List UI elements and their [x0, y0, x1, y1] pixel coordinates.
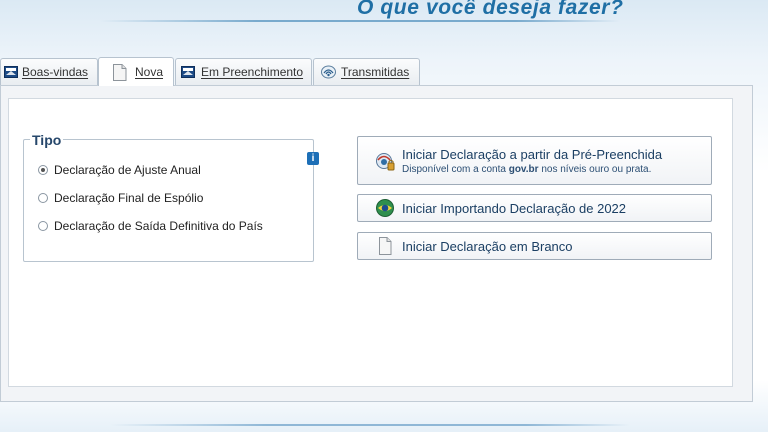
window-logo-icon — [181, 65, 195, 79]
radio-label: Declaração de Saída Definitiva do País — [54, 219, 263, 233]
iniciar-pre-preenchida-button[interactable]: Iniciar Declaração a partir da Pré-Preen… — [357, 136, 712, 185]
radio-label: Declaração de Ajuste Anual — [54, 163, 201, 177]
blank-document-icon — [112, 63, 127, 81]
page-title: O que você deseja fazer? — [357, 0, 624, 19]
radio-button[interactable] — [38, 193, 48, 203]
gov-br-text: gov.br — [508, 163, 539, 175]
nova-content-area: Tipo i Declaração de Ajuste Anual Declar… — [8, 98, 733, 387]
window-logo-icon — [4, 65, 18, 79]
top-decorative-line — [100, 20, 620, 22]
tab-label: Nova — [135, 65, 164, 79]
radio-ajuste-anual[interactable]: Declaração de Ajuste Anual — [38, 163, 201, 177]
radio-label: Declaração Final de Espólio — [54, 191, 204, 205]
radio-saida-definitiva[interactable]: Declaração de Saída Definitiva do País — [38, 219, 263, 233]
button-label: Iniciar Importando Declaração de 2022 — [402, 200, 627, 216]
transmit-signal-icon — [321, 65, 336, 79]
iniciar-importando-button[interactable]: Iniciar Importando Declaração de 2022 — [357, 194, 712, 222]
radio-button[interactable] — [38, 221, 48, 231]
button-label: Iniciar Declaração a partir da Pré-Preen… — [402, 146, 663, 162]
import-declaration-icon — [375, 198, 395, 218]
pre-preenchida-icon — [375, 151, 395, 171]
tab-em-preenchimento[interactable]: Em Preenchimento — [175, 58, 312, 85]
tab-boas-vindas[interactable]: Boas-vindas — [0, 58, 98, 85]
info-icon[interactable]: i — [307, 152, 319, 165]
tab-label: Transmitidas — [341, 65, 410, 79]
blank-document-icon — [375, 236, 395, 256]
tab-transmitidas[interactable]: Transmitidas — [313, 58, 420, 85]
availability-note: Disponível com a conta gov.br nos níveis… — [402, 163, 652, 175]
tab-label: Em Preenchimento — [201, 65, 304, 79]
tipo-legend: Tipo — [30, 132, 64, 148]
bottom-decorative-line — [110, 424, 630, 426]
button-label: Iniciar Declaração em Branco — [402, 238, 573, 254]
iniciar-em-branco-button[interactable]: Iniciar Declaração em Branco — [357, 232, 712, 260]
radio-button-selected[interactable] — [38, 165, 48, 175]
tab-nova[interactable]: Nova — [98, 57, 174, 86]
radio-final-espolio[interactable]: Declaração Final de Espólio — [38, 191, 203, 205]
tipo-group: Tipo i Declaração de Ajuste Anual Declar… — [23, 132, 319, 262]
tab-content-panel: Tipo i Declaração de Ajuste Anual Declar… — [0, 85, 753, 402]
tab-label: Boas-vindas — [22, 65, 89, 79]
